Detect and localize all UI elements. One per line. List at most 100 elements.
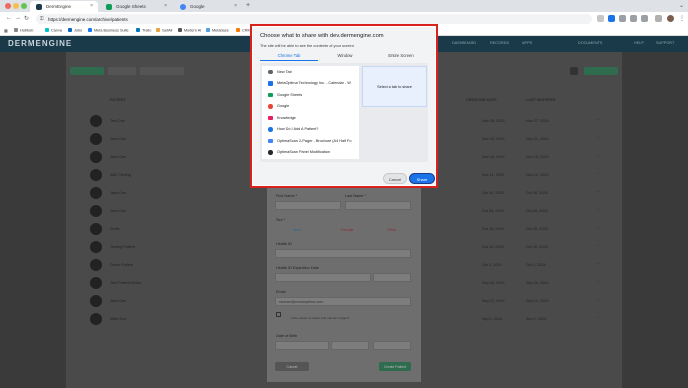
dob-month-select[interactable]: [275, 341, 329, 350]
browser-tab-dermengine[interactable]: DermEngine ×: [30, 1, 98, 12]
creation-date: Oct 30, 2024: [482, 191, 504, 195]
zoom-window-icon[interactable]: [21, 3, 27, 9]
cancel-button[interactable]: Cancel: [383, 173, 407, 184]
more-options-icon[interactable]: ⋯: [596, 297, 601, 303]
bookmark-item[interactable]: Hubbub: [14, 28, 33, 33]
tab-chrome-tab[interactable]: Chrome Tab: [260, 53, 318, 58]
sidebar-icon[interactable]: [641, 15, 648, 22]
list-item[interactable]: How Do I Add A Patient?: [262, 124, 359, 135]
dob-year-field[interactable]: [373, 341, 411, 350]
address-bar[interactable]: ⚿ https://dermengine.com/archive/patient…: [36, 14, 592, 24]
site-info-icon[interactable]: ⚿: [40, 16, 43, 21]
sex-option-other[interactable]: Other: [387, 228, 397, 232]
browser-tab-google[interactable]: Google ×: [174, 1, 242, 12]
more-options-icon[interactable]: ⋯: [596, 279, 601, 285]
tab-window[interactable]: Window: [316, 53, 374, 58]
list-item[interactable]: Google Sheets: [262, 89, 359, 100]
bitwarden-icon[interactable]: [608, 15, 615, 22]
more-options-icon[interactable]: ⋯: [596, 153, 601, 159]
calendar-icon: [268, 81, 273, 86]
nav-records[interactable]: RECORDS: [490, 41, 509, 45]
health-id-field[interactable]: [275, 249, 411, 258]
extension-icon[interactable]: [619, 15, 626, 22]
nav-help[interactable]: HELP: [634, 41, 644, 45]
list-item[interactable]: OptimaScan 2-Pager - Brochure (A4 Half F…: [262, 135, 359, 146]
column-header-last-modified[interactable]: LAST MODIFIED: [526, 98, 556, 102]
close-tab-icon[interactable]: ×: [234, 3, 237, 9]
new-patient-button[interactable]: [584, 67, 618, 75]
back-icon[interactable]: ←: [6, 15, 12, 21]
more-options-icon[interactable]: ⋯: [596, 135, 601, 141]
list-item[interactable]: New Tab: [262, 66, 359, 77]
first-name-field[interactable]: [275, 201, 341, 210]
menu-kebab-icon[interactable]: ⋮: [679, 15, 685, 22]
close-tab-icon[interactable]: ×: [90, 3, 93, 9]
more-options-icon[interactable]: ⋯: [596, 207, 601, 213]
profile-avatar-icon[interactable]: [667, 15, 674, 22]
list-item[interactable]: Google: [262, 101, 359, 112]
puzzle-icon[interactable]: [630, 15, 637, 22]
more-options-icon[interactable]: ⋯: [596, 189, 601, 195]
bookmark-item[interactable]: Modern AI: [178, 28, 201, 33]
last-modified: Sep 1, 2024: [526, 317, 547, 321]
bookmark-item[interactable]: CRM: [236, 28, 251, 33]
tab-entire-screen[interactable]: Entire Screen: [372, 53, 430, 58]
close-window-icon[interactable]: [5, 3, 11, 9]
bookmark-item[interactable]: Meta Business Suite: [88, 28, 129, 33]
nav-apps[interactable]: APPS: [522, 41, 532, 45]
new-tab-icon[interactable]: +: [246, 2, 250, 9]
more-options-icon[interactable]: ⋯: [596, 117, 601, 123]
bookmark-item[interactable]: Metabase: [206, 28, 229, 33]
sex-option-female[interactable]: Female: [341, 228, 354, 232]
more-options-icon[interactable]: ⋯: [596, 171, 601, 177]
add-patient-button[interactable]: [70, 67, 104, 75]
more-options-icon[interactable]: ⋯: [596, 315, 601, 321]
sex-option-male[interactable]: Male: [293, 228, 301, 232]
sort-button[interactable]: [140, 67, 184, 75]
bookmark-item[interactable]: Jobs: [68, 28, 82, 33]
list-item[interactable]: OptimaScan Panel Modification: [262, 147, 359, 158]
list-item[interactable]: Knowledge: [262, 112, 359, 123]
column-header-patient[interactable]: PATIENT: [110, 98, 126, 102]
more-options-icon[interactable]: ⋯: [596, 261, 601, 267]
creation-date: Sep 12, 2024: [482, 299, 505, 303]
first-name-label: First Name *: [276, 194, 298, 198]
share-button[interactable]: Share: [409, 173, 435, 184]
avatar: [90, 151, 102, 163]
forward-icon[interactable]: →: [15, 15, 21, 21]
email-field[interactable]: rachael@metaoptima.com: [275, 297, 411, 306]
list-item[interactable]: MetaOptima Technology Inc. - Calendar - …: [262, 78, 359, 89]
dob-day-field[interactable]: [331, 341, 369, 350]
more-options-icon[interactable]: ⋯: [596, 243, 601, 249]
bookmark-item[interactable]: GetAll: [156, 28, 172, 33]
bookmark-item[interactable]: Canva: [45, 28, 62, 33]
knowledge-icon: [268, 115, 273, 120]
more-options-icon[interactable]: ⋯: [596, 225, 601, 231]
filter-button[interactable]: [108, 67, 136, 75]
nav-dashboard[interactable]: DASHBOARD: [452, 41, 476, 45]
form-cancel-button[interactable]: Cancel: [275, 362, 309, 371]
consent-checkbox[interactable]: [276, 312, 281, 317]
grid-view-icon[interactable]: [570, 67, 578, 75]
minimize-window-icon[interactable]: [13, 3, 19, 9]
nav-documents[interactable]: DOCUMENTS: [578, 41, 602, 45]
health-id-expiration-year[interactable]: [373, 273, 411, 282]
chrome-icon: [268, 69, 273, 74]
last-modified: Oct 10, 2024: [526, 245, 548, 249]
avatar: [90, 295, 102, 307]
apps-grid-icon[interactable]: ▦: [4, 28, 8, 33]
browser-tab-google-sheets[interactable]: Google Sheets ×: [100, 1, 172, 12]
column-header-creation-date[interactable]: CREATION DATE: [466, 98, 497, 102]
nav-support[interactable]: SUPPORT: [656, 41, 674, 45]
close-tab-icon[interactable]: ×: [164, 3, 167, 9]
tab-search-icon[interactable]: ⌄: [679, 2, 684, 9]
screen-share-dialog: Choose what to share with dev.dermengine…: [250, 24, 438, 188]
bookmark-item[interactable]: Trello: [136, 28, 151, 33]
reload-icon[interactable]: ↻: [24, 15, 29, 22]
avatar: [90, 259, 102, 271]
extension-icon[interactable]: [597, 15, 604, 22]
create-patient-button[interactable]: Create Patient: [379, 362, 411, 371]
last-name-field[interactable]: [345, 201, 411, 210]
health-id-expiration-select[interactable]: [275, 273, 371, 282]
download-icon[interactable]: [655, 15, 662, 22]
